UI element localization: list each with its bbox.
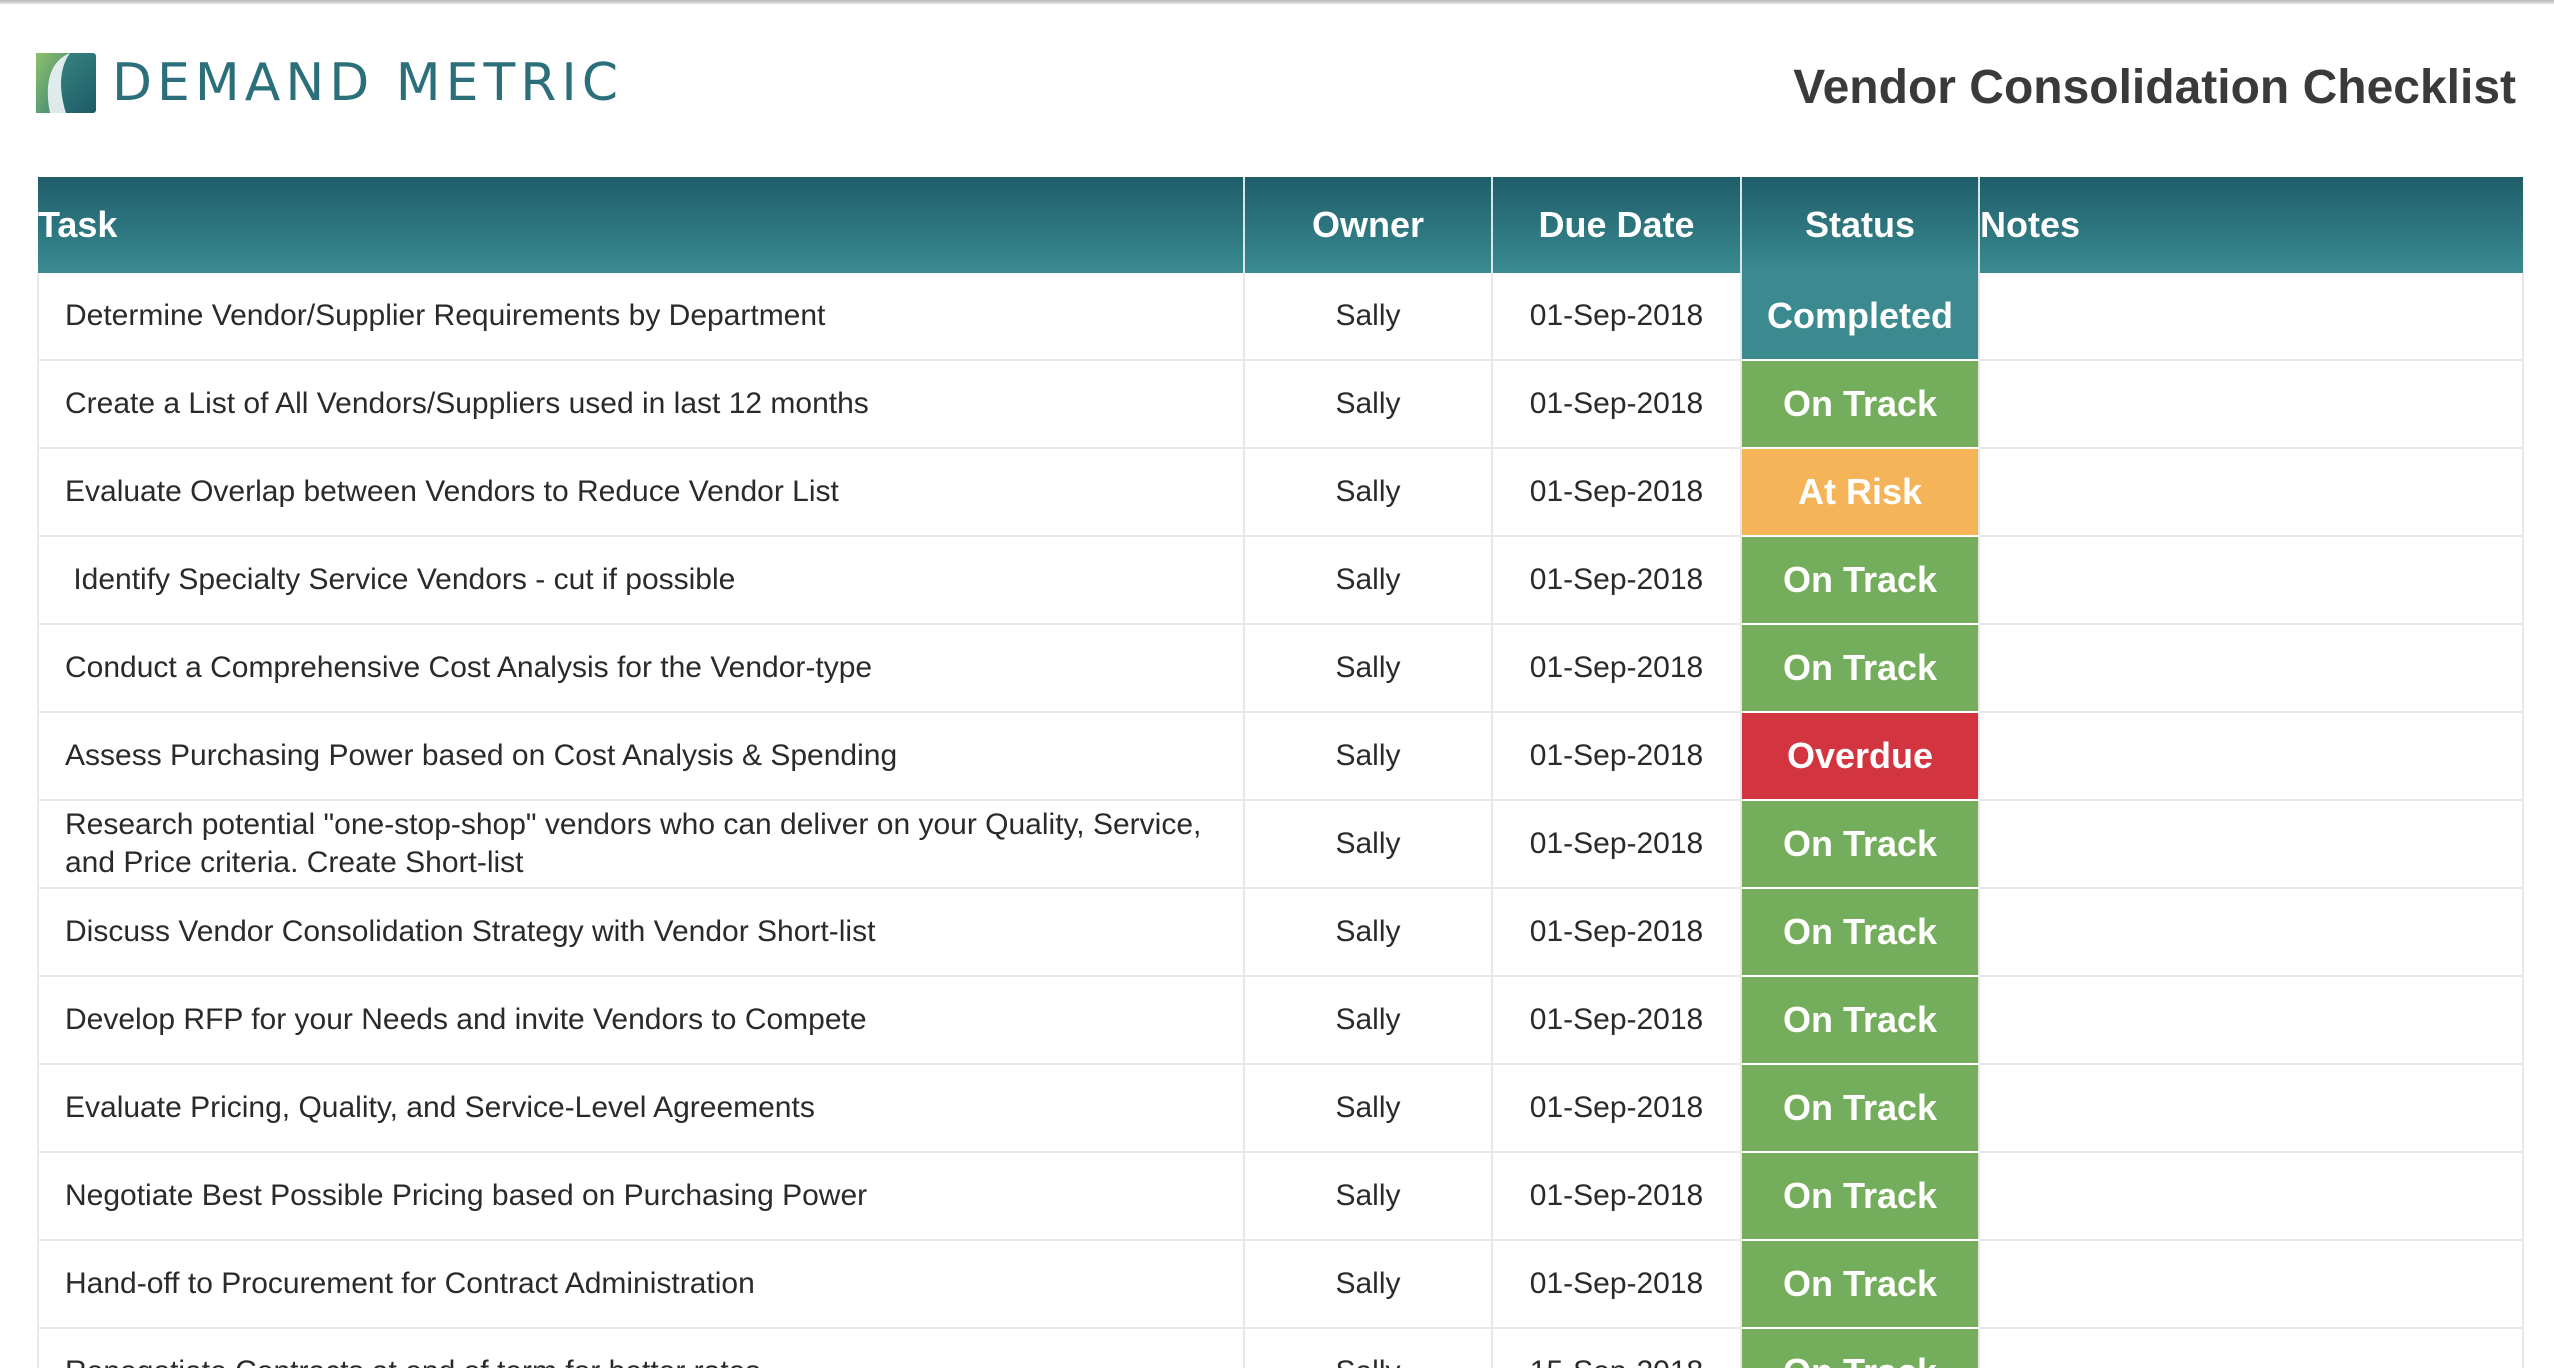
table-row: Renegotiate Contracts at end of term for… (37, 1328, 2524, 1368)
notes-cell[interactable] (1979, 1152, 2524, 1241)
table-row: Evaluate Overlap between Vendors to Redu… (37, 448, 2524, 537)
table-row: Negotiate Best Possible Pricing based on… (37, 1152, 2524, 1241)
column-header-due-date: Due Date (1492, 177, 1742, 273)
notes-cell[interactable] (1979, 448, 2524, 537)
column-header-task: Task (38, 177, 1245, 273)
owner-cell[interactable]: Sally (1244, 1240, 1493, 1329)
notes-cell[interactable] (1979, 536, 2524, 625)
notes-cell[interactable] (1979, 976, 2524, 1065)
task-cell[interactable]: Negotiate Best Possible Pricing based on… (37, 1152, 1245, 1241)
status-cell[interactable]: On Track (1741, 1328, 1980, 1368)
owner-cell[interactable]: Sally (1244, 360, 1493, 449)
task-cell[interactable]: Evaluate Pricing, Quality, and Service-L… (37, 1064, 1245, 1153)
task-cell[interactable]: Develop RFP for your Needs and invite Ve… (37, 976, 1245, 1065)
logo-text: DEMAND METRIC (112, 53, 624, 113)
owner-cell[interactable]: Sally (1244, 536, 1493, 625)
status-cell[interactable]: On Track (1741, 976, 1980, 1065)
top-rule (0, 0, 2554, 4)
status-cell[interactable]: On Track (1741, 360, 1980, 449)
owner-cell[interactable]: Sally (1244, 712, 1493, 801)
table-header-row: Task Owner Due Date Status Notes (38, 177, 2523, 273)
document-title: Vendor Consolidation Checklist (1793, 61, 2516, 114)
status-cell[interactable]: On Track (1741, 536, 1980, 625)
status-cell[interactable]: Completed (1741, 273, 1980, 361)
task-cell[interactable]: Evaluate Overlap between Vendors to Redu… (37, 448, 1245, 537)
status-cell[interactable]: On Track (1741, 1240, 1980, 1329)
notes-cell[interactable] (1979, 1240, 2524, 1329)
table-row: Identify Specialty Service Vendors - cut… (37, 536, 2524, 625)
task-cell[interactable]: Assess Purchasing Power based on Cost An… (37, 712, 1245, 801)
notes-cell[interactable] (1979, 1328, 2524, 1368)
due-date-cell[interactable]: 01-Sep-2018 (1492, 888, 1742, 977)
task-cell[interactable]: Research potential "one-stop-shop" vendo… (37, 800, 1245, 889)
due-date-cell[interactable]: 15-Sep-2018 (1492, 1328, 1742, 1368)
owner-cell[interactable]: Sally (1244, 1328, 1493, 1368)
due-date-cell[interactable]: 01-Sep-2018 (1492, 976, 1742, 1065)
company-logo: DEMAND METRIC (36, 52, 623, 114)
status-cell[interactable]: On Track (1741, 1064, 1980, 1153)
due-date-cell[interactable]: 01-Sep-2018 (1492, 448, 1742, 537)
notes-cell[interactable] (1979, 273, 2524, 361)
due-date-cell[interactable]: 01-Sep-2018 (1492, 360, 1742, 449)
status-cell[interactable]: At Risk (1741, 448, 1980, 537)
notes-cell[interactable] (1979, 712, 2524, 801)
status-cell[interactable]: Overdue (1741, 712, 1980, 801)
task-cell[interactable]: Conduct a Comprehensive Cost Analysis fo… (37, 624, 1245, 713)
table-row: Conduct a Comprehensive Cost Analysis fo… (37, 624, 2524, 713)
logo-mark-icon (36, 53, 96, 113)
owner-cell[interactable]: Sally (1244, 624, 1493, 713)
task-cell[interactable]: Determine Vendor/Supplier Requirements b… (37, 273, 1245, 361)
owner-cell[interactable]: Sally (1244, 976, 1493, 1065)
table-row: Evaluate Pricing, Quality, and Service-L… (37, 1064, 2524, 1153)
table-row: Create a List of All Vendors/Suppliers u… (37, 360, 2524, 449)
task-cell[interactable]: Hand-off to Procurement for Contract Adm… (37, 1240, 1245, 1329)
owner-cell[interactable]: Sally (1244, 1152, 1493, 1241)
table-row: Assess Purchasing Power based on Cost An… (37, 712, 2524, 801)
task-cell[interactable]: Discuss Vendor Consolidation Strategy wi… (37, 888, 1245, 977)
owner-cell[interactable]: Sally (1244, 800, 1493, 889)
due-date-cell[interactable]: 01-Sep-2018 (1492, 1064, 1742, 1153)
due-date-cell[interactable]: 01-Sep-2018 (1492, 536, 1742, 625)
notes-cell[interactable] (1979, 800, 2524, 889)
owner-cell[interactable]: Sally (1244, 273, 1493, 361)
due-date-cell[interactable]: 01-Sep-2018 (1492, 273, 1742, 361)
task-cell[interactable]: Identify Specialty Service Vendors - cut… (37, 536, 1245, 625)
notes-cell[interactable] (1979, 624, 2524, 713)
column-header-notes: Notes (1979, 177, 2523, 273)
status-cell[interactable]: On Track (1741, 800, 1980, 889)
page: DEMAND METRIC Vendor Consolidation Check… (0, 0, 2554, 1368)
due-date-cell[interactable]: 01-Sep-2018 (1492, 712, 1742, 801)
task-cell[interactable]: Create a List of All Vendors/Suppliers u… (37, 360, 1245, 449)
owner-cell[interactable]: Sally (1244, 888, 1493, 977)
status-cell[interactable]: On Track (1741, 624, 1980, 713)
notes-cell[interactable] (1979, 1064, 2524, 1153)
table-row: Research potential "one-stop-shop" vendo… (37, 800, 2524, 889)
notes-cell[interactable] (1979, 360, 2524, 449)
owner-cell[interactable]: Sally (1244, 1064, 1493, 1153)
table-row: Discuss Vendor Consolidation Strategy wi… (37, 888, 2524, 977)
table-row: Determine Vendor/Supplier Requirements b… (37, 273, 2524, 361)
due-date-cell[interactable]: 01-Sep-2018 (1492, 800, 1742, 889)
owner-cell[interactable]: Sally (1244, 448, 1493, 537)
status-cell[interactable]: On Track (1741, 888, 1980, 977)
status-cell[interactable]: On Track (1741, 1152, 1980, 1241)
table-row: Develop RFP for your Needs and invite Ve… (37, 976, 2524, 1065)
task-cell[interactable]: Renegotiate Contracts at end of term for… (37, 1328, 1245, 1368)
due-date-cell[interactable]: 01-Sep-2018 (1492, 1152, 1742, 1241)
column-header-status: Status (1741, 177, 1980, 273)
table-row: Hand-off to Procurement for Contract Adm… (37, 1240, 2524, 1329)
due-date-cell[interactable]: 01-Sep-2018 (1492, 624, 1742, 713)
checklist-table: Task Owner Due Date Status Notes Determi… (37, 177, 2524, 1368)
column-header-owner: Owner (1244, 177, 1493, 273)
notes-cell[interactable] (1979, 888, 2524, 977)
due-date-cell[interactable]: 01-Sep-2018 (1492, 1240, 1742, 1329)
